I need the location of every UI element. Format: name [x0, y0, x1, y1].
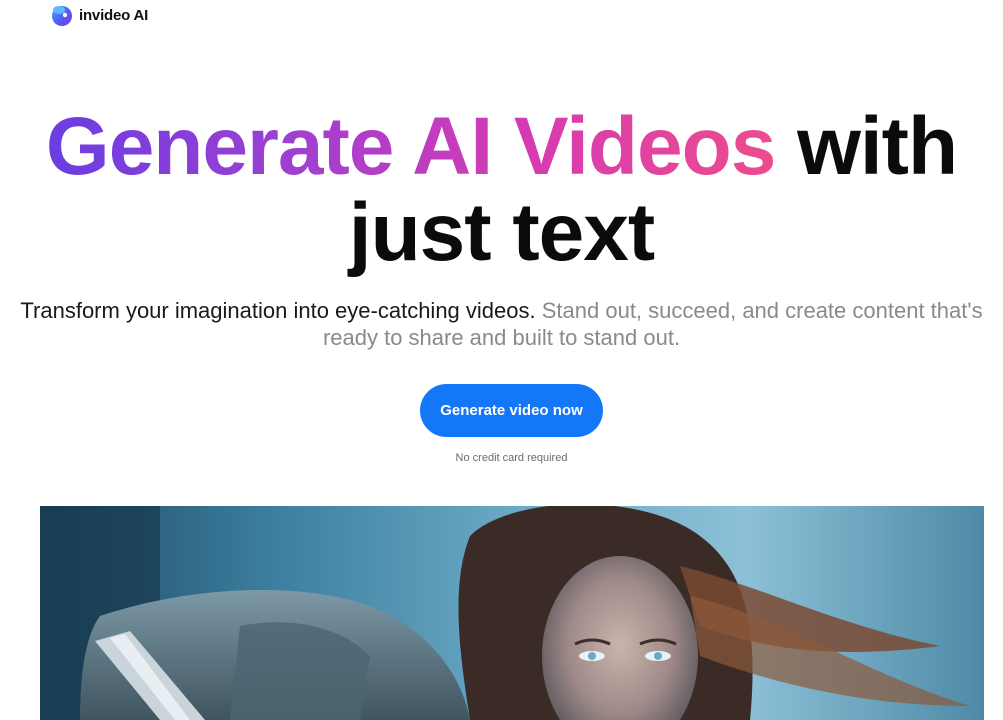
- hero-subtitle: Transform your imagination into eye-catc…: [0, 297, 1003, 351]
- headline-dark-text: with: [775, 101, 958, 192]
- landing-page: invideo AI Generate AI Videos with just …: [0, 0, 1003, 720]
- hero-video-thumbnail[interactable]: [40, 506, 984, 720]
- headline-line-2: just text: [348, 187, 655, 278]
- headline-line-1: Generate AI Videos with: [0, 104, 1003, 190]
- subtitle-dark-text: Transform your imagination into eye-catc…: [20, 298, 536, 323]
- headline-gradient-text: Generate AI Videos: [45, 101, 776, 192]
- warrior-woman-image: [40, 506, 984, 720]
- generate-video-button[interactable]: Generate video now: [420, 384, 603, 437]
- hero-headline: Generate AI Videos with just text: [0, 104, 1003, 276]
- brand-name[interactable]: invideo AI: [79, 7, 148, 24]
- site-header: invideo AI: [50, 2, 148, 28]
- invideo-logo-icon[interactable]: [50, 3, 74, 27]
- no-credit-card-note: No credit card required: [455, 452, 568, 464]
